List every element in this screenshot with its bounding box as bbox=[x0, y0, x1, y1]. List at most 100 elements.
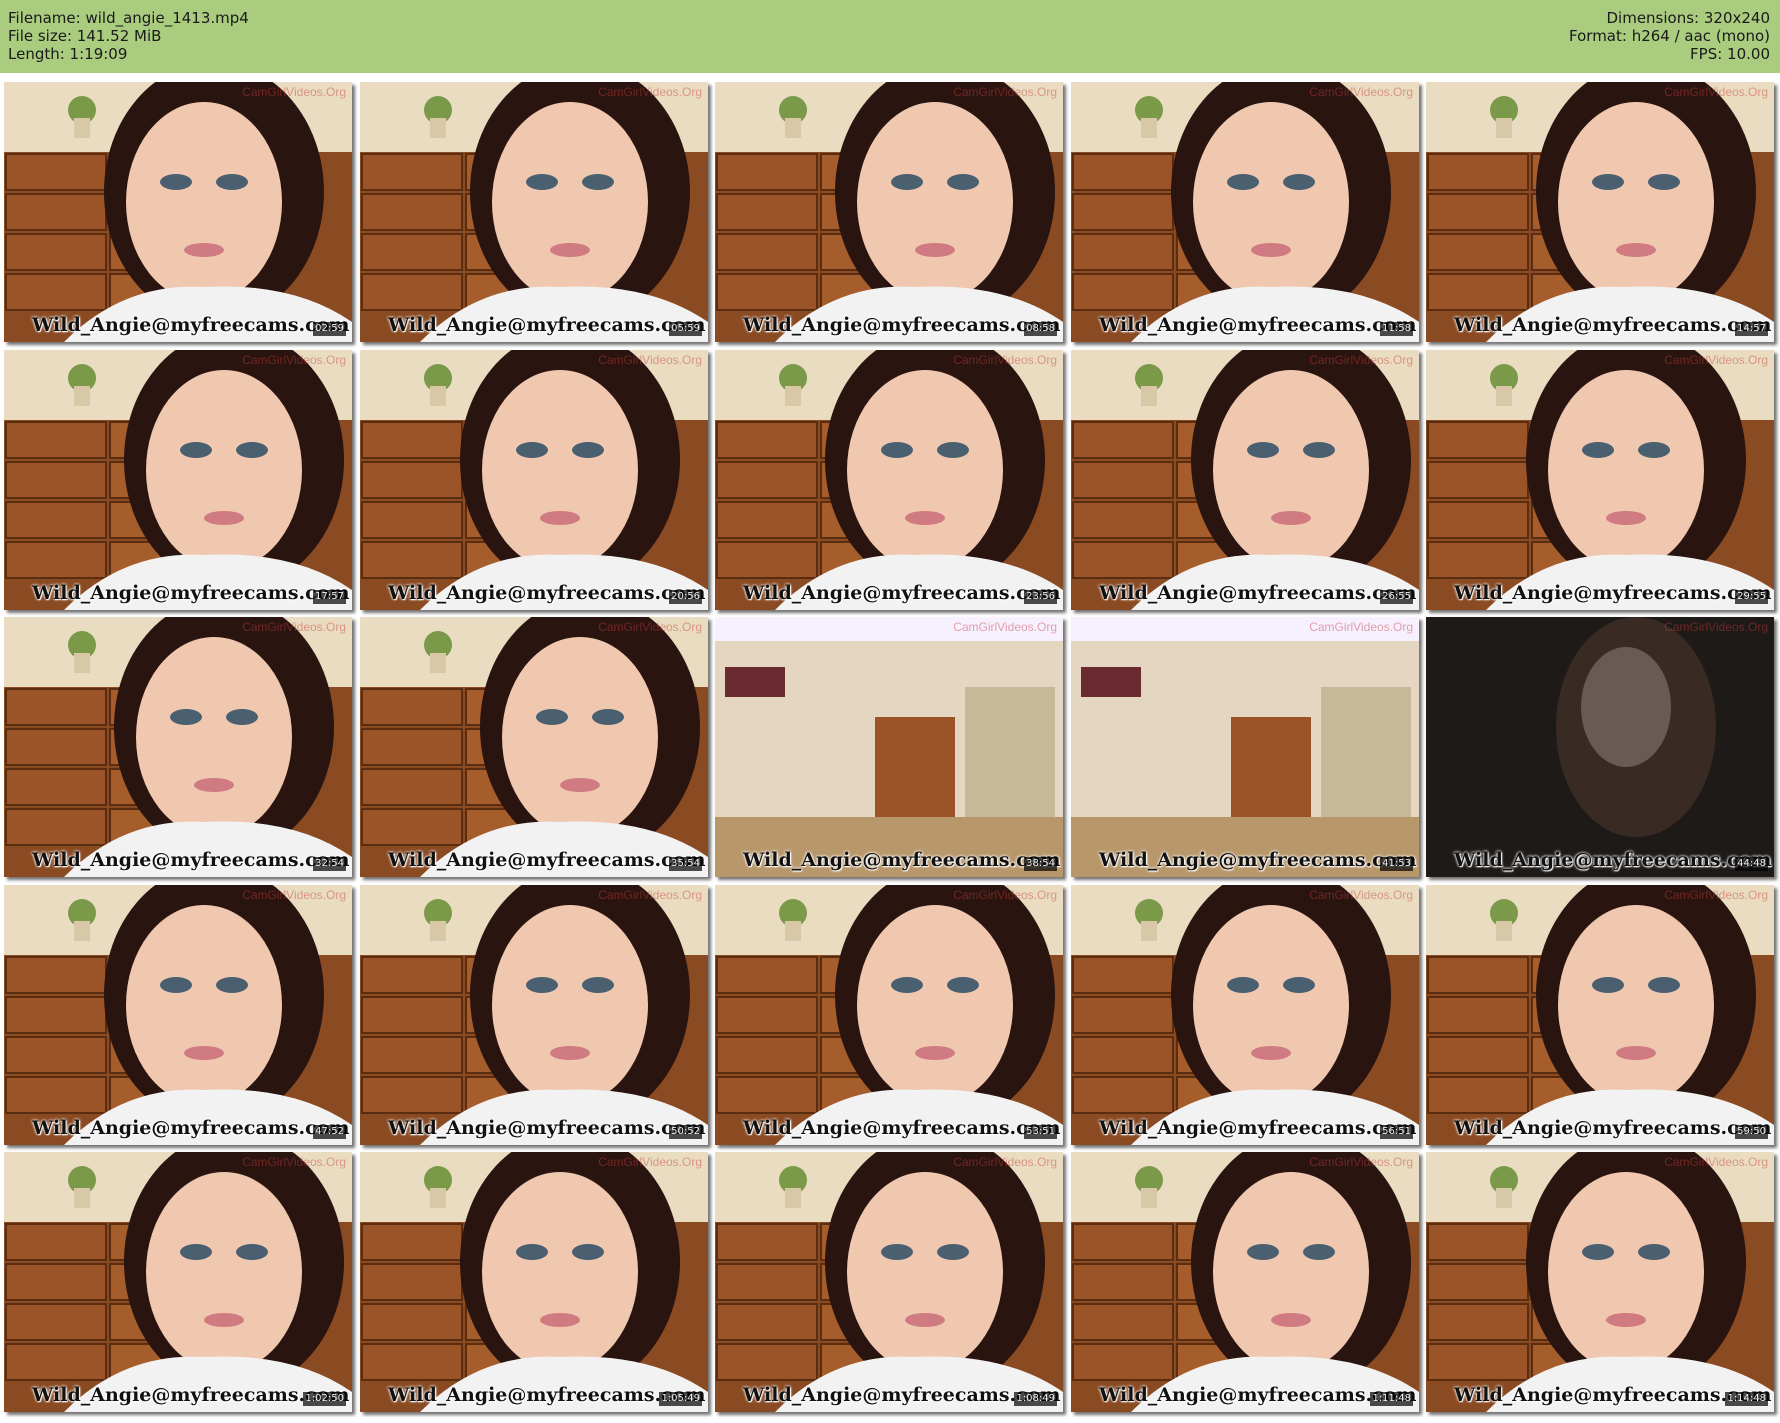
video-thumbnail: CamGirlVideos.Org Wild_Angie@myfreecams.c… bbox=[4, 82, 352, 342]
overlay-caption: Wild_Angie@myfreecams.com bbox=[1454, 314, 1772, 336]
video-thumbnail: CamGirlVideos.Org Wild_Angie@myfreecams.c… bbox=[360, 82, 708, 342]
overlay-caption: Wild_Angie@myfreecams.com bbox=[388, 849, 706, 871]
overlay-caption: Wild_Angie@myfreecams.com bbox=[388, 314, 706, 336]
watermark-text: CamGirlVideos.Org bbox=[1309, 1155, 1413, 1169]
timestamp-label: 1:02:50 bbox=[303, 1392, 346, 1406]
timestamp-label: 41:53 bbox=[1380, 857, 1413, 871]
timestamp-label: 02:59 bbox=[313, 322, 346, 336]
thumbnail-frame-image bbox=[1426, 617, 1774, 877]
video-thumbnail: CamGirlVideos.Org Wild_Angie@myfreecams.c… bbox=[360, 1152, 708, 1412]
overlay-caption: Wild_Angie@myfreecams.com bbox=[32, 582, 350, 604]
timestamp-label: 32:54 bbox=[313, 857, 346, 871]
timestamp-label: 44:48 bbox=[1735, 857, 1768, 871]
filesize-label: File size: 141.52 MiB bbox=[8, 27, 162, 45]
watermark-text: CamGirlVideos.Org bbox=[953, 620, 1057, 634]
timestamp-label: 53:51 bbox=[1024, 1125, 1057, 1139]
overlay-caption: Wild_Angie@myfreecams.com bbox=[743, 849, 1061, 871]
watermark-text: CamGirlVideos.Org bbox=[1664, 888, 1768, 902]
video-thumbnail: CamGirlVideos.Org Wild_Angie@myfreecams.c… bbox=[1071, 350, 1419, 610]
format-label: Format: h264 / aac (mono) bbox=[1569, 27, 1770, 45]
overlay-caption: Wild_Angie@myfreecams.com bbox=[388, 1384, 706, 1406]
video-thumbnail: CamGirlVideos.Org Wild_Angie@myfreecams.c… bbox=[715, 82, 1063, 342]
thumbnail-frame-image bbox=[4, 617, 352, 877]
thumbnail-frame-image bbox=[360, 82, 708, 342]
watermark-text: CamGirlVideos.Org bbox=[242, 85, 346, 99]
video-thumbnail: CamGirlVideos.Org Wild_Angie@myfreecams.c… bbox=[715, 885, 1063, 1145]
timestamp-label: 1:11:48 bbox=[1370, 1392, 1413, 1406]
thumbnail-frame-image bbox=[715, 885, 1063, 1145]
watermark-text: CamGirlVideos.Org bbox=[598, 353, 702, 367]
thumbnail-frame-image bbox=[715, 1152, 1063, 1412]
video-thumbnail: CamGirlVideos.Org Wild_Angie@myfreecams.c… bbox=[4, 1152, 352, 1412]
timestamp-label: 56:51 bbox=[1380, 1125, 1413, 1139]
overlay-caption: Wild_Angie@myfreecams.com bbox=[743, 1384, 1061, 1406]
overlay-caption: Wild_Angie@myfreecams.com bbox=[388, 1117, 706, 1139]
thumbnail-frame-image bbox=[1426, 885, 1774, 1145]
video-thumbnail: CamGirlVideos.Org Wild_Angie@myfreecams.c… bbox=[1426, 617, 1774, 877]
timestamp-label: 35:54 bbox=[669, 857, 702, 871]
timestamp-label: 1:08:49 bbox=[1014, 1392, 1057, 1406]
watermark-text: CamGirlVideos.Org bbox=[1309, 888, 1413, 902]
watermark-text: CamGirlVideos.Org bbox=[1664, 85, 1768, 99]
thumbnail-frame-image bbox=[4, 1152, 352, 1412]
video-thumbnail: CamGirlVideos.Org Wild_Angie@myfreecams.c… bbox=[4, 617, 352, 877]
overlay-caption: Wild_Angie@myfreecams.com bbox=[1099, 1117, 1417, 1139]
video-thumbnail: CamGirlVideos.Org Wild_Angie@myfreecams.c… bbox=[1426, 82, 1774, 342]
thumbnail-grid: CamGirlVideos.Org Wild_Angie@myfreecams.c… bbox=[4, 82, 1776, 1418]
timestamp-label: 59:50 bbox=[1735, 1125, 1768, 1139]
video-thumbnail: CamGirlVideos.Org Wild_Angie@myfreecams.c… bbox=[1426, 885, 1774, 1145]
thumbnail-frame-image bbox=[1071, 1152, 1419, 1412]
video-thumbnail: CamGirlVideos.Org Wild_Angie@myfreecams.c… bbox=[360, 617, 708, 877]
video-thumbnail: CamGirlVideos.Org Wild_Angie@myfreecams.c… bbox=[1071, 885, 1419, 1145]
watermark-text: CamGirlVideos.Org bbox=[598, 85, 702, 99]
overlay-caption: Wild_Angie@myfreecams.com bbox=[388, 582, 706, 604]
overlay-caption: Wild_Angie@myfreecams.com bbox=[1099, 582, 1417, 604]
timestamp-label: 17:57 bbox=[313, 590, 346, 604]
watermark-text: CamGirlVideos.Org bbox=[1309, 85, 1413, 99]
video-thumbnail: CamGirlVideos.Org Wild_Angie@myfreecams.c… bbox=[715, 617, 1063, 877]
thumbnail-frame-image bbox=[360, 1152, 708, 1412]
dimensions-label: Dimensions: 320x240 bbox=[1606, 9, 1770, 27]
watermark-text: CamGirlVideos.Org bbox=[598, 620, 702, 634]
video-thumbnail: CamGirlVideos.Org Wild_Angie@myfreecams.c… bbox=[715, 350, 1063, 610]
thumbnail-frame-image bbox=[4, 350, 352, 610]
video-thumbnail: CamGirlVideos.Org Wild_Angie@myfreecams.c… bbox=[4, 885, 352, 1145]
thumbnail-frame-image bbox=[360, 885, 708, 1145]
timestamp-label: 20:56 bbox=[669, 590, 702, 604]
thumbnail-frame-image bbox=[715, 350, 1063, 610]
thumbnail-frame-image bbox=[4, 82, 352, 342]
thumbnail-frame-image bbox=[1426, 350, 1774, 610]
thumbnail-frame-image bbox=[360, 350, 708, 610]
thumbnail-frame-image bbox=[360, 617, 708, 877]
overlay-caption: Wild_Angie@myfreecams.com bbox=[32, 1384, 350, 1406]
overlay-caption: Wild_Angie@myfreecams.com bbox=[743, 582, 1061, 604]
watermark-text: CamGirlVideos.Org bbox=[242, 888, 346, 902]
watermark-text: CamGirlVideos.Org bbox=[953, 85, 1057, 99]
thumbnail-frame-image bbox=[1071, 350, 1419, 610]
metadata-header: Filename: wild_angie_1413.mp4 File size:… bbox=[0, 0, 1780, 73]
video-thumbnail: CamGirlVideos.Org Wild_Angie@myfreecams.c… bbox=[1426, 1152, 1774, 1412]
fps-label: FPS: 10.00 bbox=[1690, 45, 1770, 63]
timestamp-label: 14:57 bbox=[1735, 322, 1768, 336]
filename-label: Filename: wild_angie_1413.mp4 bbox=[8, 9, 249, 27]
length-label: Length: 1:19:09 bbox=[8, 45, 128, 63]
overlay-caption: Wild_Angie@myfreecams.com bbox=[1454, 1384, 1772, 1406]
overlay-caption: Wild_Angie@myfreecams.com bbox=[32, 314, 350, 336]
video-thumbnail: CamGirlVideos.Org Wild_Angie@myfreecams.c… bbox=[360, 350, 708, 610]
overlay-caption: Wild_Angie@myfreecams.com bbox=[32, 1117, 350, 1139]
video-thumbnail: CamGirlVideos.Org Wild_Angie@myfreecams.c… bbox=[1426, 350, 1774, 610]
timestamp-label: 08:58 bbox=[1024, 322, 1057, 336]
overlay-caption: Wild_Angie@myfreecams.com bbox=[1099, 314, 1417, 336]
video-thumbnail: CamGirlVideos.Org Wild_Angie@myfreecams.c… bbox=[715, 1152, 1063, 1412]
timestamp-label: 29:55 bbox=[1735, 590, 1768, 604]
thumbnail-frame-image bbox=[1071, 82, 1419, 342]
timestamp-label: 05:59 bbox=[669, 322, 702, 336]
watermark-text: CamGirlVideos.Org bbox=[1309, 620, 1413, 634]
video-thumbnail: CamGirlVideos.Org Wild_Angie@myfreecams.c… bbox=[4, 350, 352, 610]
watermark-text: CamGirlVideos.Org bbox=[242, 620, 346, 634]
timestamp-label: 50:52 bbox=[669, 1125, 702, 1139]
overlay-caption: Wild_Angie@myfreecams.com bbox=[1454, 582, 1772, 604]
thumbnail-frame-image bbox=[1426, 82, 1774, 342]
timestamp-label: 11:58 bbox=[1380, 322, 1413, 336]
overlay-caption: Wild_Angie@myfreecams.com bbox=[1454, 1117, 1772, 1139]
